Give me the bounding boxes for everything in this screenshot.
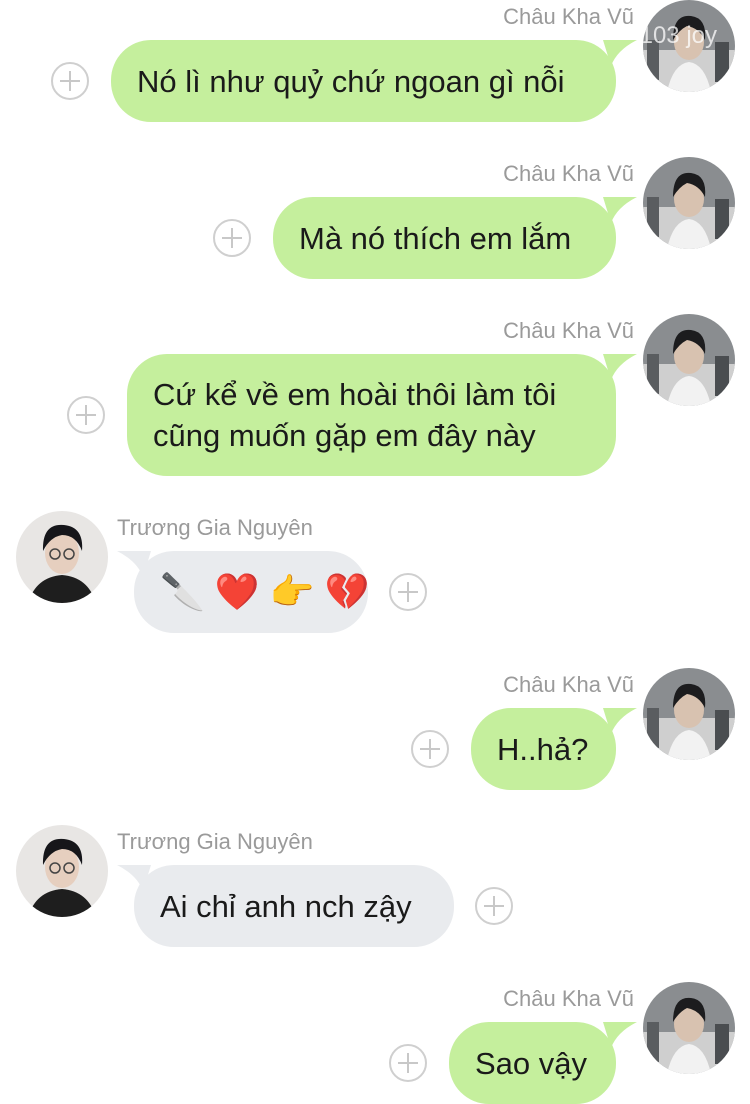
bubble-tail [603,354,637,380]
message-bubble[interactable]: 🔪 ❤️ 👉 💔 [134,551,369,633]
message-bubble[interactable]: Ai chỉ anh nch zậy [134,865,454,947]
message-text: Mà nó thích em lắm [299,220,572,256]
avatar[interactable] [16,825,108,917]
add-reaction-button[interactable] [67,396,105,434]
avatar-image [16,511,108,603]
pointing-hand-emoji: 👉 [269,571,315,612]
message-text: Nó lì như quỷ chứ ngoan gì nỗi [137,63,565,99]
sender-name: Châu Kha Vũ [503,986,634,1011]
sender-name: Châu Kha Vũ [503,318,634,343]
broken-heart-emoji: 💔 [324,571,370,612]
message-bubble[interactable]: Mà nó thích em lắm [273,197,616,279]
sender-name: Trương Gia Nguyên [117,829,313,854]
bubble-tail [603,40,637,66]
avatar-image [643,314,735,406]
avatar-image [643,982,735,1074]
message-text: H..hả? [497,731,589,767]
sender-name: Châu Kha Vũ [503,4,634,29]
avatar[interactable] [643,668,735,760]
add-reaction-button[interactable] [411,730,449,768]
add-reaction-button[interactable] [51,62,89,100]
avatar[interactable] [643,314,735,406]
bubble-tail [603,708,637,734]
sender-name: Châu Kha Vũ [503,161,634,186]
add-reaction-button[interactable] [389,573,427,611]
bubble-tail [603,1022,637,1048]
avatar[interactable] [643,982,735,1074]
bubble-tail [603,197,637,223]
message-bubble[interactable]: Sao vậy [449,1022,616,1104]
watermark-text: 103 joy [643,22,717,49]
add-reaction-button[interactable] [389,1044,427,1082]
message-bubble[interactable]: Nó lì như quỷ chứ ngoan gì nỗi [111,40,616,122]
sender-name: Châu Kha Vũ [503,672,634,697]
avatar-image [16,825,108,917]
message-text-line: cũng muốn gặp em đây này [153,418,536,453]
avatar[interactable]: 103 joy [643,0,735,92]
avatar-image [643,668,735,760]
message-bubble[interactable]: Cứ kể về em hoài thôi làm tôi cũng muốn … [127,354,616,476]
avatar[interactable] [16,511,108,603]
message-bubble[interactable]: H..hả? [471,708,616,790]
emoji-group: 🔪 ❤️ 👉 💔 [160,572,369,612]
sender-name: Trương Gia Nguyên [117,515,313,540]
add-reaction-button[interactable] [213,219,251,257]
message-text: Sao vậy [475,1045,588,1081]
knife-emoji: 🔪 [160,571,205,612]
message-text-line: Cứ kể về em hoài thôi làm tôi [153,377,557,412]
heart-emoji: ❤️ [214,571,260,612]
avatar[interactable] [643,157,735,249]
message-text: Ai chỉ anh nch zậy [160,888,412,924]
add-reaction-button[interactable] [475,887,513,925]
avatar-image [643,157,735,249]
